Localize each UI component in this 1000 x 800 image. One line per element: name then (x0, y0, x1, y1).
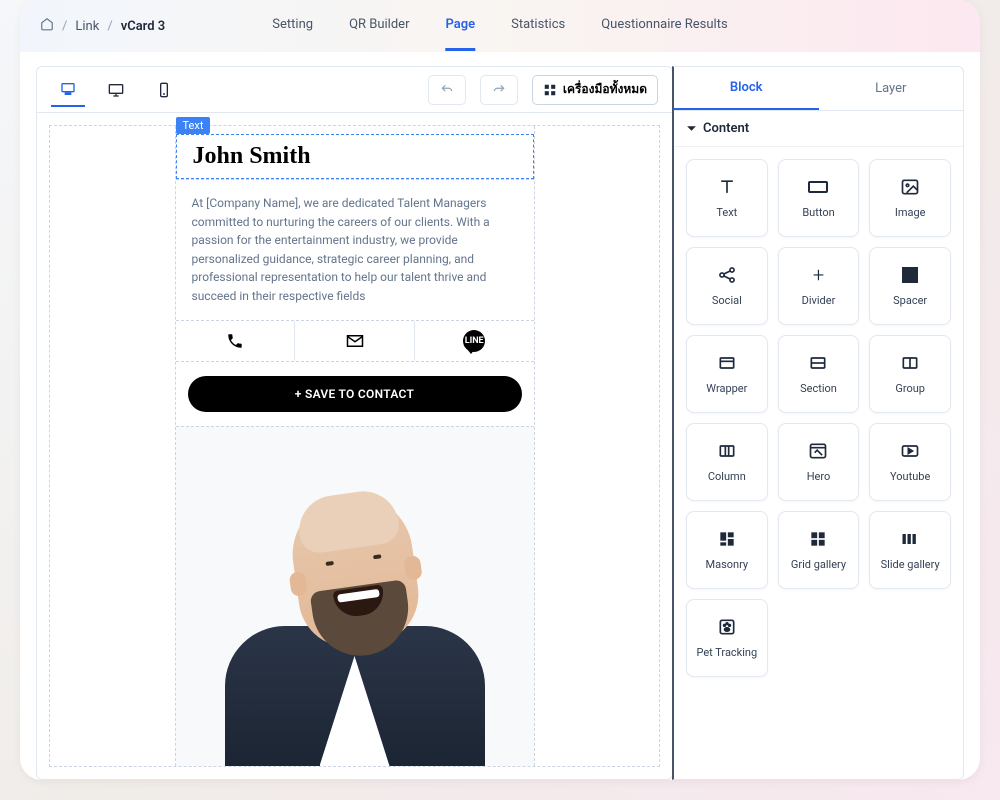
tab-layer[interactable]: Layer (819, 67, 964, 110)
block-type-tag: Text (176, 117, 211, 134)
person-illustration (225, 466, 485, 766)
phone-button[interactable] (176, 321, 296, 361)
page-body: Text John Smith At [Company Name], we ar… (175, 126, 535, 766)
block-section[interactable]: Section (778, 335, 860, 413)
section-content-header[interactable]: Content (674, 111, 963, 147)
breadcrumb-link[interactable]: Link (75, 19, 99, 34)
block-grid-gallery[interactable]: Grid gallery (778, 511, 860, 589)
redo-button[interactable] (480, 75, 518, 105)
device-auto-button[interactable] (51, 73, 85, 107)
device-mobile-button[interactable] (147, 73, 181, 107)
block-divider[interactable]: + Divider (778, 247, 860, 325)
block-hero[interactable]: Hero (778, 423, 860, 501)
chevron-down-icon (686, 123, 697, 134)
breadcrumb: / Link / vCard 3 (40, 17, 165, 35)
block-youtube[interactable]: Youtube (869, 423, 951, 501)
all-tools-label: เครื่องมือทั้งหมด (563, 80, 647, 99)
heading-text[interactable]: John Smith (177, 135, 533, 178)
undo-button[interactable] (428, 75, 466, 105)
block-group[interactable]: Group (869, 335, 951, 413)
block-button[interactable]: Button (778, 159, 860, 237)
editor-panel: เครื่องมือทั้งหมด Text John Smith At [Co… (36, 66, 673, 780)
block-spacer[interactable]: Spacer (869, 247, 951, 325)
tab-block[interactable]: Block (674, 67, 819, 110)
block-wrapper[interactable]: Wrapper (686, 335, 768, 413)
block-grid: Text Button Image Social + Divider (674, 147, 963, 689)
nav-setting[interactable]: Setting (272, 1, 313, 51)
all-tools-button[interactable]: เครื่องมือทั้งหมด (532, 75, 658, 105)
block-image[interactable]: Image (869, 159, 951, 237)
contact-row: LINE (176, 320, 534, 362)
side-tabs: Block Layer (674, 67, 963, 111)
side-panel: Block Layer Content Text Button Image (672, 66, 964, 780)
profile-photo[interactable] (176, 426, 534, 766)
canvas-container: Text John Smith At [Company Name], we ar… (37, 113, 672, 779)
top-bar: / Link / vCard 3 Setting QR Builder Page… (20, 0, 980, 52)
save-contact-button[interactable]: + SAVE TO CONTACT (188, 376, 522, 412)
line-button[interactable]: LINE (415, 321, 534, 361)
block-text[interactable]: Text (686, 159, 768, 237)
home-icon[interactable] (40, 17, 54, 35)
nav-questionnaire[interactable]: Questionnaire Results (601, 1, 727, 51)
block-slide-gallery[interactable]: Slide gallery (869, 511, 951, 589)
block-pet-tracking[interactable]: Pet Tracking (686, 599, 768, 677)
nav-qr-builder[interactable]: QR Builder (349, 1, 409, 51)
nav-statistics[interactable]: Statistics (511, 1, 565, 51)
line-icon: LINE (463, 330, 485, 352)
app-window: / Link / vCard 3 Setting QR Builder Page… (20, 0, 980, 780)
nav-page[interactable]: Page (445, 1, 475, 51)
editor-toolbar: เครื่องมือทั้งหมด (37, 67, 672, 113)
work-area: เครื่องมือทั้งหมด Text John Smith At [Co… (20, 52, 980, 780)
section-content-label: Content (703, 121, 749, 136)
description-text[interactable]: At [Company Name], we are dedicated Tale… (176, 179, 534, 320)
block-column[interactable]: Column (686, 423, 768, 501)
top-nav: Setting QR Builder Page Statistics Quest… (272, 1, 727, 51)
block-social[interactable]: Social (686, 247, 768, 325)
breadcrumb-current: vCard 3 (121, 19, 166, 34)
email-button[interactable] (295, 321, 415, 361)
breadcrumb-separator: / (62, 19, 67, 34)
text-block-selected[interactable]: Text John Smith (176, 134, 534, 179)
device-desktop-button[interactable] (99, 73, 133, 107)
block-masonry[interactable]: Masonry (686, 511, 768, 589)
canvas[interactable]: Text John Smith At [Company Name], we ar… (49, 125, 660, 767)
breadcrumb-separator: / (107, 19, 112, 34)
